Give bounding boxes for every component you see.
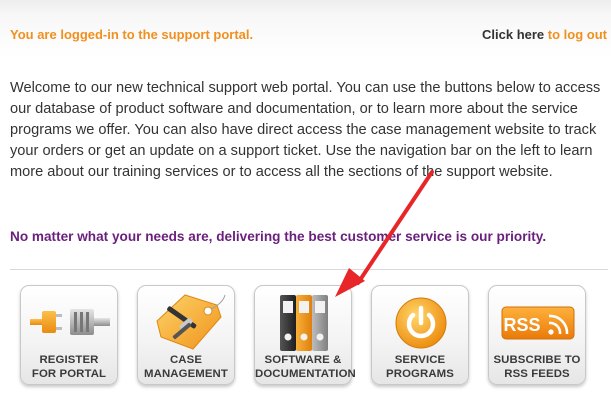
logout-line: Click here to log out bbox=[482, 27, 607, 42]
logout-link[interactable]: to log out bbox=[548, 27, 607, 42]
power-icon bbox=[381, 291, 461, 353]
welcome-paragraph: Welcome to our new technical support web… bbox=[10, 80, 601, 180]
register-portal-button[interactable]: REGISTER FOR PORTAL bbox=[20, 285, 118, 385]
top-bar: You are logged-in to the support portal.… bbox=[0, 0, 611, 58]
service-programs-button[interactable]: SERVICE PROGRAMS bbox=[371, 285, 469, 385]
rss-subscribe-button[interactable]: RSS SUBSCRIBE TO RSS FEEDS bbox=[488, 285, 586, 385]
tile-label: SERVICE PROGRAMS bbox=[386, 354, 454, 380]
tile-label: CASE MANAGEMENT bbox=[144, 354, 228, 380]
divider bbox=[10, 269, 608, 270]
tile-label: SOFTWARE & DOCUMENTATION bbox=[255, 354, 356, 380]
plug-icon bbox=[30, 291, 110, 353]
rss-badge-text: RSS bbox=[503, 315, 540, 335]
software-documentation-button[interactable]: SOFTWARE & DOCUMENTATION bbox=[254, 285, 356, 385]
tile-label: SUBSCRIBE TO RSS FEEDS bbox=[493, 354, 581, 380]
tile-label: REGISTER FOR PORTAL bbox=[31, 354, 107, 380]
binders-icon bbox=[264, 291, 344, 353]
case-management-button[interactable]: CASE MANAGEMENT bbox=[137, 285, 235, 385]
logout-prefix[interactable]: Click here bbox=[482, 27, 544, 42]
priority-statement: No matter what your needs are, deliverin… bbox=[10, 229, 547, 244]
tools-tag-icon bbox=[147, 291, 227, 353]
login-status-text: You are logged-in to the support portal. bbox=[10, 27, 254, 42]
rss-icon: RSS bbox=[498, 291, 578, 353]
